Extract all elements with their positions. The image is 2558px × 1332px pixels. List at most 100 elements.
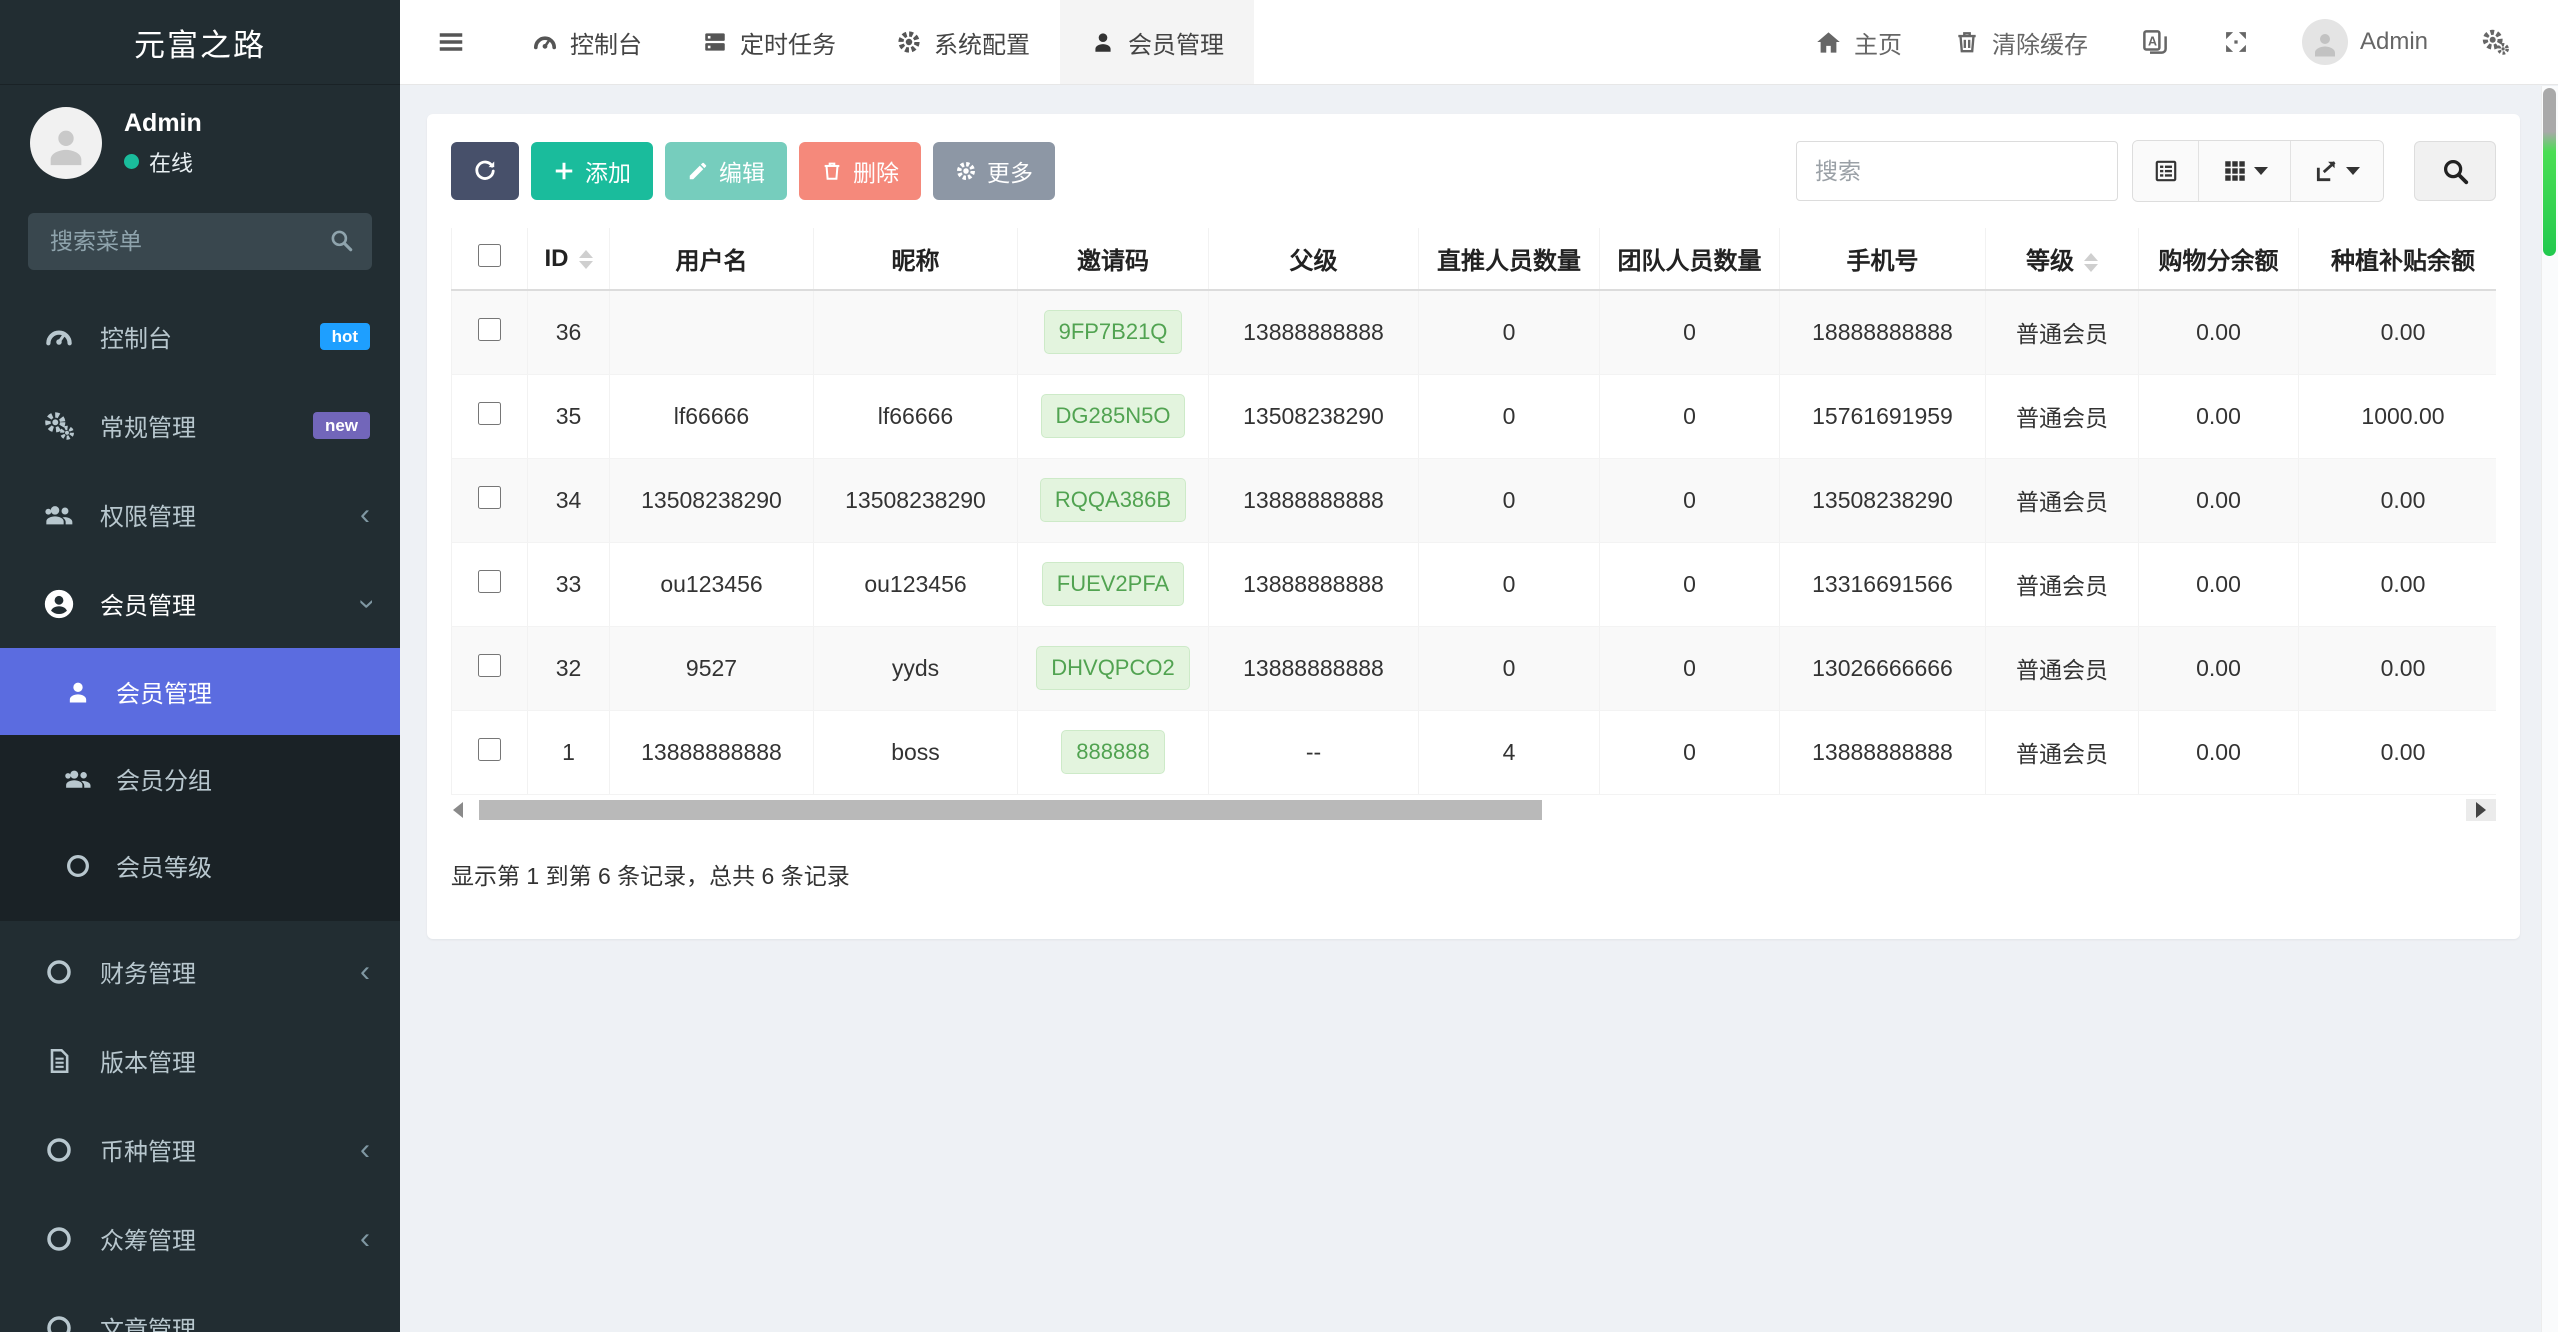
language-button[interactable]: A	[2118, 0, 2192, 84]
sidebar-item-members[interactable]: 会员管理 ‹	[0, 559, 400, 648]
chevron-left-icon: ‹	[360, 1221, 370, 1255]
cell-id: 1	[527, 710, 610, 795]
refresh-button[interactable]	[451, 142, 519, 200]
search-toggle-button[interactable]	[2414, 141, 2496, 201]
sidebar-item-dashboard[interactable]: 控制台 hot	[0, 292, 400, 381]
invite-code-badge: 9FP7B21Q	[1043, 310, 1183, 355]
caret-down-icon	[2253, 167, 2268, 175]
sidebar-search-input[interactable]	[28, 213, 372, 270]
sidebar-item-crowdfunding[interactable]: 众筹管理 ‹	[0, 1194, 400, 1283]
header-id[interactable]: ID	[527, 228, 610, 291]
chevron-down-icon: ‹	[348, 598, 381, 609]
scroll-right-corner[interactable]	[2466, 798, 2496, 821]
sidebar-item-general[interactable]: 常规管理 new	[0, 381, 400, 470]
row-checkbox[interactable]	[478, 653, 501, 677]
fullscreen-button[interactable]	[2200, 0, 2272, 84]
header-level[interactable]: 等级	[1985, 228, 2139, 291]
sidebar-item-permissions[interactable]: 权限管理 ‹	[0, 470, 400, 559]
table-row[interactable]: 36 9FP7B21Q 13888888888 0 0 18888888888 …	[451, 290, 2496, 375]
sidebar-item-finance[interactable]: 财务管理 ‹	[0, 927, 400, 1016]
circle-outline-icon	[38, 957, 80, 987]
navbar-right: 主页 清除缓存 A Admin	[1793, 0, 2558, 84]
clear-cache-button[interactable]: 清除缓存	[1932, 0, 2110, 84]
table-search-input[interactable]	[1796, 141, 2118, 201]
table-row[interactable]: 33 ou123456 ou123456 FUEV2PFA 1388888888…	[451, 542, 2496, 627]
circle-outline-icon	[58, 852, 98, 880]
scroll-left-arrow-icon[interactable]	[453, 801, 463, 818]
cell-phone: 13888888888	[1779, 710, 1986, 795]
detail-view-button[interactable]	[2133, 141, 2199, 201]
cell-direct-count: 4	[1418, 710, 1600, 795]
chevron-left-icon: ‹	[360, 954, 370, 988]
cell-parent: 13888888888	[1208, 458, 1419, 543]
sidebar-toggle-button[interactable]	[400, 0, 502, 84]
tab-label: 系统配置	[934, 31, 1030, 59]
row-checkbox[interactable]	[478, 737, 501, 761]
tab-system-config[interactable]: 系统配置	[866, 0, 1060, 84]
table-row[interactable]: 1 13888888888 boss 888888 -- 4 0 1388888…	[451, 710, 2496, 795]
record-summary: 显示第 1 到第 6 条记录，总共 6 条记录	[451, 862, 850, 889]
columns-dropdown-button[interactable]	[2199, 141, 2291, 201]
edit-label: 编辑	[719, 160, 765, 186]
horizontal-scrollbar-thumb[interactable]	[479, 799, 1543, 820]
cell-username: 9527	[609, 626, 814, 711]
sidebar-item-member-manage[interactable]: 会员管理	[0, 648, 400, 735]
cell-level: 普通会员	[1985, 542, 2139, 627]
table-row[interactable]: 35 lf66666 lf66666 DG285N5O 13508238290 …	[451, 374, 2496, 459]
cell-nickname: boss	[813, 710, 1018, 795]
user-status: 在线	[124, 146, 202, 178]
cell-team-count: 0	[1599, 374, 1780, 459]
user-info: Admin 在线	[124, 109, 202, 178]
table-row[interactable]: 32 9527 yyds DHVQPCO2 13888888888 0 0 13…	[451, 626, 2496, 711]
settings-button[interactable]	[2458, 0, 2532, 84]
language-icon: A	[2143, 30, 2167, 54]
circle-outline-icon	[38, 1313, 80, 1332]
sidebar-item-label: 会员管理	[100, 593, 196, 620]
sidebar-item-label: 权限管理	[100, 504, 196, 531]
add-button[interactable]: 添加	[531, 142, 653, 200]
tab-cron-tasks[interactable]: 定时任务	[672, 0, 866, 84]
header-direct-count: 直推人员数量	[1418, 228, 1600, 291]
sidebar-item-versions[interactable]: 版本管理	[0, 1016, 400, 1105]
row-checkbox[interactable]	[478, 317, 501, 341]
cell-nickname	[813, 290, 1018, 375]
export-dropdown-button[interactable]	[2291, 141, 2383, 201]
edit-button[interactable]: 编辑	[665, 142, 787, 200]
cell-shopping-balance: 0.00	[2138, 458, 2299, 543]
user-icon	[58, 678, 98, 706]
svg-text:A: A	[2148, 34, 2157, 48]
circle-outline-icon	[38, 1224, 80, 1254]
cell-id: 32	[527, 626, 610, 711]
select-all-checkbox[interactable]	[478, 243, 501, 267]
sidebar-item-member-groups[interactable]: 会员分组	[0, 735, 400, 822]
row-checkbox[interactable]	[478, 401, 501, 425]
sidebar-submenu-members: 会员管理 会员分组 会员等级	[0, 648, 400, 921]
cell-username: 13888888888	[609, 710, 814, 795]
cell-team-count: 0	[1599, 710, 1780, 795]
users-icon	[38, 499, 80, 531]
more-button[interactable]: 更多	[933, 142, 1055, 200]
cell-planting-balance: 0.00	[2298, 542, 2496, 627]
cell-id: 36	[527, 290, 610, 375]
tab-dashboard[interactable]: 控制台	[502, 0, 672, 84]
sidebar-item-label: 会员管理	[116, 681, 212, 708]
row-checkbox[interactable]	[478, 569, 501, 593]
cell-nickname: yyds	[813, 626, 1018, 711]
sidebar-item-label: 财务管理	[100, 961, 196, 988]
sidebar-item-articles[interactable]: 文章管理	[0, 1283, 400, 1332]
delete-button[interactable]: 删除	[799, 142, 921, 200]
hot-badge: hot	[319, 323, 370, 350]
tasks-icon	[702, 29, 728, 55]
admin-user-menu[interactable]: Admin	[2280, 0, 2450, 84]
header-nickname: 昵称	[813, 228, 1018, 291]
home-icon	[1817, 31, 1840, 53]
row-checkbox[interactable]	[478, 485, 501, 509]
vertical-scrollbar-thumb[interactable]	[2543, 88, 2556, 256]
home-button[interactable]: 主页	[1793, 0, 1924, 84]
sidebar-item-currencies[interactable]: 币种管理 ‹	[0, 1105, 400, 1194]
sidebar-item-member-levels[interactable]: 会员等级	[0, 822, 400, 909]
tab-member-manage[interactable]: 会员管理	[1060, 0, 1254, 84]
table-row[interactable]: 34 13508238290 13508238290 RQQA386B 1388…	[451, 458, 2496, 543]
main-area: 控制台 定时任务 系统配置 会员管理 主页 清除缓存 A Admin 添加 编辑…	[400, 0, 2558, 1332]
user-name: Admin	[124, 108, 202, 137]
